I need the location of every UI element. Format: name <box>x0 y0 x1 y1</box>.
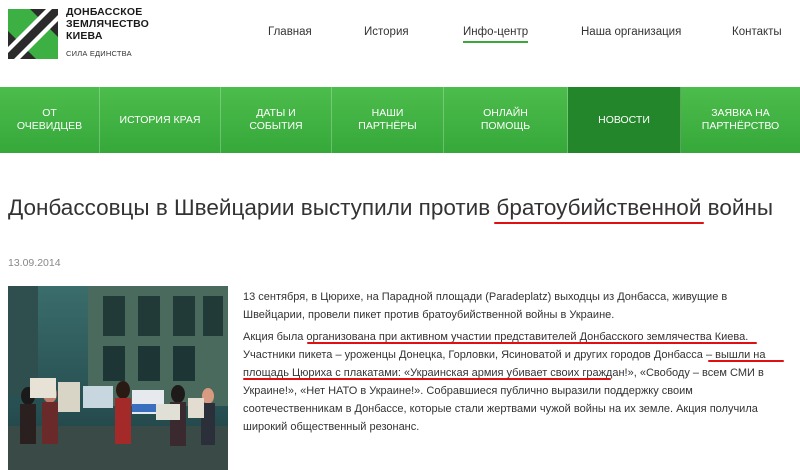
nav-link-organization[interactable]: Наша организация <box>581 26 681 38</box>
category-label-line: НОВОСТИ <box>598 113 650 126</box>
category-region-history[interactable]: ИСТОРИЯ КРАЯ <box>100 87 221 153</box>
category-label-line: ЗАЯВКА НА <box>711 107 770 119</box>
nav-link-home[interactable]: Главная <box>268 26 312 38</box>
category-eyewitnesses[interactable]: ОТ ОЧЕВИДЦЕВ <box>0 87 100 153</box>
logo-line-1: ДОНБАССКОЕ <box>66 6 143 18</box>
paragraph-line: 13 сентября, в Цюрихе, на Парадной площа… <box>243 291 728 303</box>
category-online-help[interactable]: ОНЛАЙН ПОМОЩЬ <box>444 87 568 153</box>
nav-link-history[interactable]: История <box>364 26 409 38</box>
category-label-line: ДАТЫ И <box>256 107 296 119</box>
category-label-line: ПОМОЩЬ <box>480 120 531 132</box>
paragraph-line: Швейцарии, провели пикет против братоуби… <box>243 309 615 321</box>
highlight-underline <box>708 360 784 362</box>
title-highlight-underline <box>494 222 704 224</box>
category-label-line: ОЧЕВИДЦЕВ <box>16 120 83 132</box>
paragraph-line: Украине!», «Нет НАТО в Украине!». Собрав… <box>243 385 693 397</box>
article-title: Донбассовцы в Швейцарии выступили против… <box>8 195 774 220</box>
article-photo[interactable] <box>8 286 228 470</box>
paragraph-line: широкий общественный резонанс. <box>243 421 420 433</box>
article-paragraph-1: 13 сентября, в Цюрихе, на Парадной площа… <box>243 288 788 324</box>
top-navigation: Главная История Инфо-центр Наша организа… <box>0 26 800 46</box>
category-label-line: ПАРТНЁРЫ <box>358 120 417 132</box>
category-news[interactable]: НОВОСТИ <box>568 87 681 153</box>
category-label-line: ИСТОРИЯ КРАЯ <box>119 113 201 126</box>
nav-link-contacts[interactable]: Контакты <box>732 26 782 38</box>
category-label-line: НАШИ <box>371 107 404 119</box>
category-dates-events[interactable]: ДАТЫ И СОБЫТИЯ <box>221 87 332 153</box>
highlight-underline <box>307 342 757 344</box>
highlight-underline <box>243 378 611 380</box>
paragraph-line: Участники пикета – уроженцы Донецка, Гор… <box>243 349 766 361</box>
category-label-line: ОТ <box>42 107 57 119</box>
category-partnership-request[interactable]: ЗАЯВКА НА ПАРТНЁРСТВО <box>681 87 800 153</box>
category-label-line: ПАРТНЁРСТВО <box>701 120 780 132</box>
category-label-line: ОНЛАЙН <box>483 107 528 119</box>
article-date: 13.09.2014 <box>8 257 61 269</box>
category-menu: ОТ ОЧЕВИДЦЕВ ИСТОРИЯ КРАЯ ДАТЫ И СОБЫТИЯ Н… <box>0 87 800 153</box>
category-label-line: СОБЫТИЯ <box>249 120 303 132</box>
paragraph-line: соотечественникам в Донбассе, которые ст… <box>243 403 758 415</box>
logo-slogan: СИЛА ЕДИНСТВА <box>66 49 132 58</box>
category-partners[interactable]: НАШИ ПАРТНЁРЫ <box>332 87 444 153</box>
nav-link-info-center[interactable]: Инфо-центр <box>463 26 529 43</box>
article-paragraph-2: Акция была организована при активном уча… <box>243 328 788 436</box>
site-header: ДОНБАССКОЕ ЗЕМЛЯЧЕСТВО КИЕВА СИЛА ЕДИНСТ… <box>0 0 800 80</box>
